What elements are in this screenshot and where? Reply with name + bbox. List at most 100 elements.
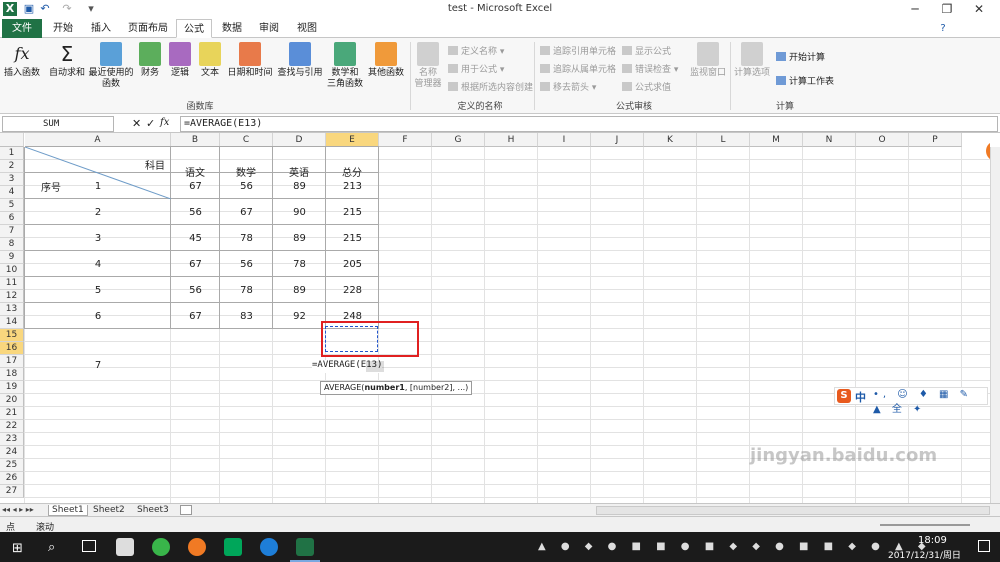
task-view-icon[interactable] [82,540,96,552]
row-header-24[interactable]: 24 [0,446,24,459]
create-from-selection-button[interactable]: 根据所选内容创建 [448,80,533,93]
score-cell[interactable]: 215 [326,233,379,244]
math-trig-button[interactable]: 数学和 三角函数 [326,42,364,90]
watch-window-button[interactable]: 监视窗口 [688,42,728,79]
score-cell[interactable]: 78 [220,285,273,296]
clock-date[interactable]: 2017/12/31/周日 [888,548,961,561]
score-cell[interactable]: 78 [220,233,273,244]
column-header-k[interactable]: K [644,133,697,147]
serial-cell[interactable]: 3 [25,233,171,244]
row-header-5[interactable]: 5 [0,199,24,212]
column-header-a[interactable]: A [25,133,171,147]
clock-time[interactable]: 18:09 [918,535,947,546]
row-header-25[interactable]: 25 [0,459,24,472]
row-header-1[interactable]: 1 [0,147,24,160]
sheet-nav-arrows[interactable]: ◂◂ ◂ ▸ ▸▸ [2,505,34,514]
row-header-11[interactable]: 11 [0,277,24,290]
serial-cell[interactable]: 2 [25,207,171,218]
tab-data[interactable]: 数据 [216,19,248,38]
row-header-20[interactable]: 20 [0,394,24,407]
tab-view[interactable]: 视图 [290,19,324,38]
score-cell[interactable]: 56 [220,259,273,270]
score-cell[interactable]: 213 [326,181,379,192]
use-in-formula-button[interactable]: 用于公式 ▾ [448,62,504,75]
sheet-tab-sheet3[interactable]: Sheet3 [134,505,172,516]
datetime-button[interactable]: 日期和时间 [226,42,274,79]
calc-now-button[interactable]: 开始计算 [776,50,825,63]
column-header-f[interactable]: F [379,133,432,147]
row-header-2[interactable]: 2 [0,160,24,173]
serial-cell[interactable]: 1 [25,181,171,192]
new-sheet-icon[interactable] [180,505,192,515]
tab-formulas[interactable]: 公式 [176,19,212,38]
lookup-button[interactable]: 查找与引用 [276,42,324,79]
row-header-19[interactable]: 19 [0,381,24,394]
column-header-b[interactable]: B [171,133,220,147]
logical-button[interactable]: 逻辑 [166,42,194,79]
serial-cell[interactable]: 4 [25,259,171,270]
audition-icon[interactable] [224,538,242,556]
ime-toolbar[interactable]: S 中 •, ☺ ♦ ▦ ✎ ▲ 全 ✦ [834,387,988,415]
score-cell[interactable]: 90 [273,207,326,218]
score-cell[interactable]: 228 [326,285,379,296]
score-cell[interactable]: 83 [220,311,273,322]
trace-precedents-button[interactable]: 追踪引用单元格 [540,44,616,57]
horizontal-scrollbar[interactable] [596,506,990,515]
row-header-21[interactable]: 21 [0,407,24,420]
k-app-icon[interactable] [260,538,278,556]
row-header-12[interactable]: 12 [0,290,24,303]
row-header-4[interactable]: 4 [0,186,24,199]
excel-taskbar-icon[interactable] [296,538,314,556]
enter-icon[interactable]: ✓ [146,117,155,130]
sheet-tab-sheet2[interactable]: Sheet2 [90,505,128,516]
vertical-scrollbar[interactable] [990,147,1000,503]
column-header-j[interactable]: J [591,133,644,147]
notification-icon[interactable] [978,540,990,552]
score-cell[interactable]: 78 [273,259,326,270]
sheet-tab-sheet1[interactable]: Sheet1 [48,505,88,516]
start-icon[interactable]: ⊞ [12,541,23,556]
row-header-18[interactable]: 18 [0,368,24,381]
column-header-p[interactable]: P [909,133,962,147]
more-functions-button[interactable]: 其他函数 [366,42,406,79]
score-cell[interactable]: 56 [171,285,220,296]
score-cell[interactable]: 89 [273,285,326,296]
column-header-g[interactable]: G [432,133,485,147]
tab-insert[interactable]: 插入 [84,19,118,38]
row-header-22[interactable]: 22 [0,420,24,433]
wps-icon[interactable] [116,538,134,556]
score-cell[interactable]: 56 [171,207,220,218]
restore-button[interactable]: ❐ [932,0,962,18]
tab-page-layout[interactable]: 页面布局 [122,19,174,38]
row-header-13[interactable]: 13 [0,303,24,316]
minimize-button[interactable]: ─ [900,0,930,18]
score-cell[interactable]: 45 [171,233,220,244]
zoom-slider[interactable] [880,524,970,526]
close-button[interactable]: ✕ [964,0,994,18]
help-icon[interactable]: ? [936,19,950,38]
remove-arrows-button[interactable]: 移去箭头 ▾ [540,80,596,93]
column-header-e[interactable]: E [326,133,379,147]
show-formulas-button[interactable]: 显示公式 [622,44,671,57]
evaluate-formula-button[interactable]: 公式求值 [622,80,671,93]
column-header-n[interactable]: N [803,133,856,147]
recent-functions-button[interactable]: 最近使用的 函数 [88,42,134,90]
tab-review[interactable]: 审阅 [252,19,286,38]
column-header-h[interactable]: H [485,133,538,147]
row-header-23[interactable]: 23 [0,433,24,446]
score-cell[interactable]: 67 [171,311,220,322]
column-header-c[interactable]: C [220,133,273,147]
row-header-7[interactable]: 7 [0,225,24,238]
tab-file[interactable]: 文件 [2,19,42,38]
row-header-8[interactable]: 8 [0,238,24,251]
search-icon[interactable]: ⌕ [48,540,55,555]
trace-dependents-button[interactable]: 追踪从属单元格 [540,62,616,75]
calc-options-button[interactable]: 计算选项 [732,42,772,79]
autosum-button[interactable]: Σ 自动求和 [48,42,86,79]
score-cell[interactable]: 215 [326,207,379,218]
define-name-button[interactable]: 定义名称 ▾ [448,44,504,57]
score-cell[interactable]: 92 [273,311,326,322]
score-cell[interactable]: 205 [326,259,379,270]
score-cell[interactable]: 67 [171,181,220,192]
row-header-9[interactable]: 9 [0,251,24,264]
